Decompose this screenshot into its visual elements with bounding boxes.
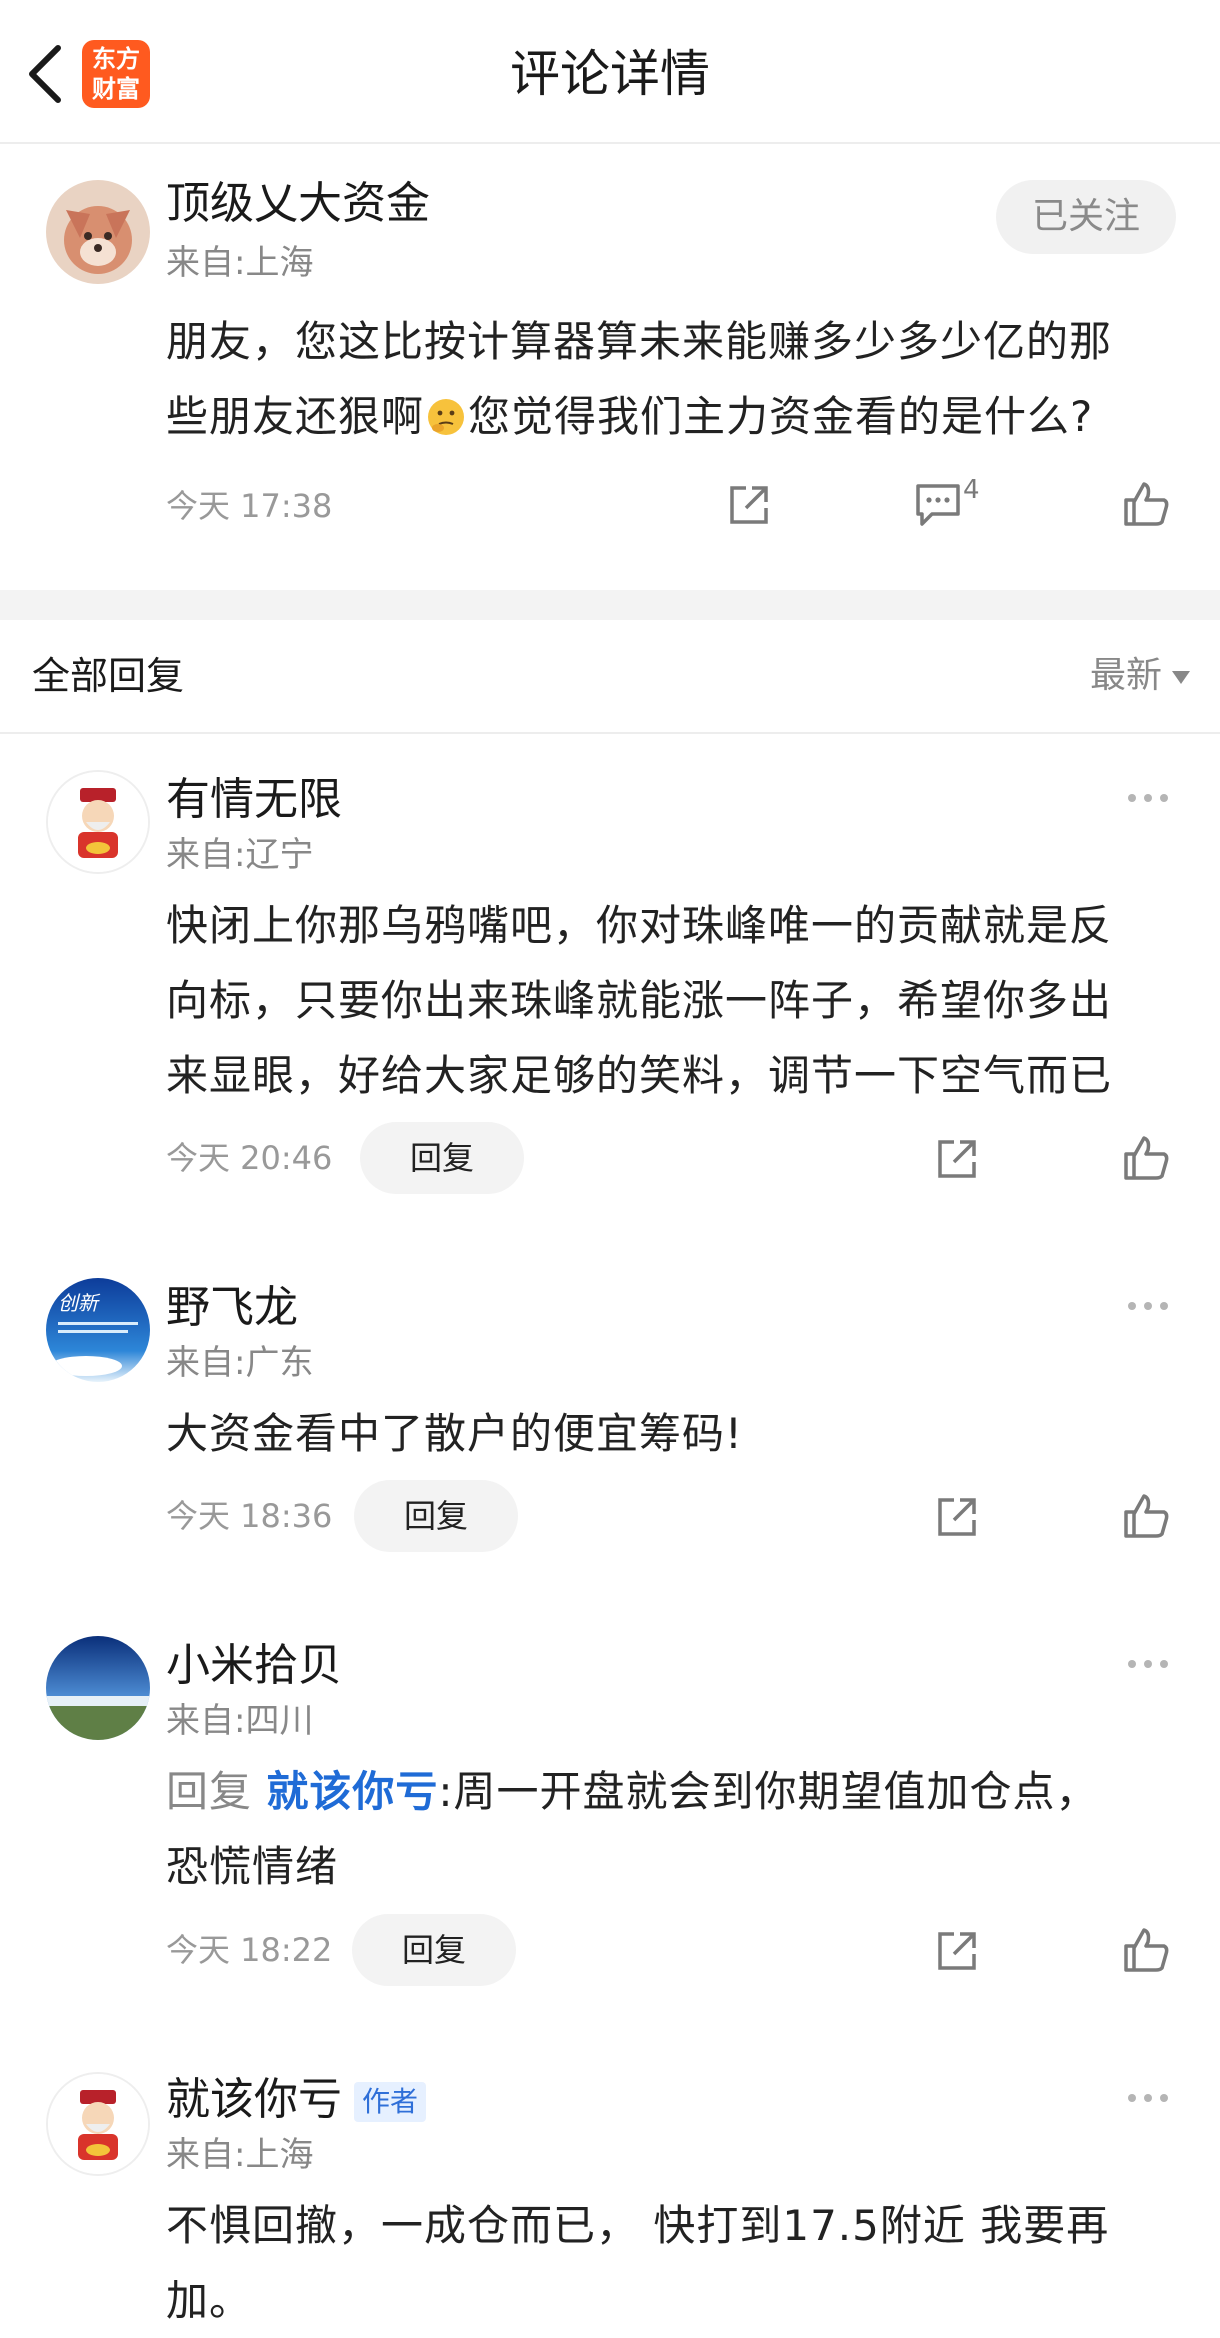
reply-text: 回复 就该你亏:周一开盘就会到你期望值加仓点， 恐慌情绪: [166, 1754, 1186, 1904]
timestamp: 今天 18:22: [166, 1931, 333, 1969]
like-icon[interactable]: [1122, 1134, 1170, 1182]
reply-line: 不惧回撤，一成仓而已， 快打到17.5附近 我要再: [166, 2201, 1110, 2250]
avatar[interactable]: [46, 1636, 150, 1740]
more-options-icon[interactable]: [1124, 1652, 1172, 1676]
sky-avatar-icon: 创新: [46, 1278, 150, 1382]
timestamp: 今天 20:46: [166, 1139, 333, 1177]
more-options-icon[interactable]: [1124, 2086, 1172, 2110]
main-comment: 顶级乂大资金 来自:上海 已关注 朋友，您这比按计算器算未来能赚多少多少亿的那 …: [0, 144, 1220, 588]
fox-avatar-icon: [46, 180, 150, 284]
avatar[interactable]: 创新: [46, 1278, 150, 1382]
section-separator: [0, 590, 1220, 620]
avatar[interactable]: [46, 2072, 150, 2176]
location: 来自:广东: [166, 1343, 314, 1383]
reply-button[interactable]: 回复: [354, 1480, 518, 1552]
sort-label: 最新: [1089, 655, 1162, 696]
share-icon[interactable]: [726, 482, 772, 528]
comment-segment: 些朋友还狠啊: [166, 392, 425, 441]
comment-line: 朋友，您这比按计算器算未来能赚多少多少亿的那: [166, 317, 1113, 366]
reply-line: 恐慌情绪: [166, 1842, 339, 1891]
comment-count: 4: [963, 475, 980, 505]
caret-down-icon: [1172, 670, 1190, 684]
reply-text: 不惧回撤，一成仓而已， 快打到17.5附近 我要再 加。: [166, 2188, 1186, 2338]
username-text: 就该你亏: [166, 2074, 342, 2125]
comment-text: 朋友，您这比按计算器算未来能赚多少多少亿的那 些朋友还狠啊 您觉得我们主力资金看…: [166, 304, 1166, 454]
author-badge: 作者: [354, 2082, 427, 2122]
reply-text: 快闭上你那乌鸦嘴吧，你对珠峰唯一的贡献就是反 向标，只要你出来珠峰就能涨一阵子，…: [166, 888, 1186, 1113]
replies-header: 全部回复 最新: [0, 620, 1220, 734]
reply-line: 加。: [166, 2276, 253, 2325]
all-replies-title: 全部回复: [32, 654, 185, 698]
reply-line: 大资金看中了散户的便宜筹码!: [166, 1409, 743, 1458]
location: 来自:上海: [166, 243, 314, 283]
username[interactable]: 小米拾贝: [166, 1638, 342, 1694]
username[interactable]: 就该你亏 作者: [166, 2072, 427, 2128]
sort-dropdown[interactable]: 最新: [1090, 652, 1190, 700]
comment-line: 些朋友还狠啊 您觉得我们主力资金看的是什么?: [166, 379, 1166, 454]
share-icon[interactable]: [934, 1494, 980, 1540]
username[interactable]: 野飞龙: [166, 1280, 298, 1336]
reply-button[interactable]: 回复: [352, 1914, 516, 1986]
avatar[interactable]: [46, 180, 150, 284]
more-options-icon[interactable]: [1124, 786, 1172, 810]
like-icon[interactable]: [1122, 1492, 1170, 1540]
avatar[interactable]: [46, 770, 150, 874]
landscape-avatar-icon: [46, 1636, 150, 1740]
comment-segment: 您觉得我们主力资金看的是什么?: [468, 392, 1094, 441]
reply-prefix: 回复: [166, 1767, 253, 1816]
like-icon[interactable]: [1122, 480, 1170, 528]
timestamp: 今天 17:38: [166, 487, 333, 525]
timestamp: 今天 18:36: [166, 1497, 333, 1535]
reply-target-link[interactable]: 就该你亏: [266, 1767, 438, 1816]
location: 来自:四川: [166, 1701, 314, 1741]
reply-line: 来显眼，好给大家足够的笑料，调节一下空气而已: [166, 1051, 1113, 1100]
fortune-god-avatar-icon: [48, 772, 148, 872]
location: 来自:上海: [166, 2135, 314, 2175]
share-icon[interactable]: [934, 1928, 980, 1974]
reply-line: 回复 就该你亏:周一开盘就会到你期望值加仓点，: [166, 1754, 1186, 1829]
reply-line: 快闭上你那乌鸦嘴吧，你对珠峰唯一的贡献就是反: [166, 901, 1113, 950]
thinking-emoji-icon: [428, 399, 465, 435]
page-title: 评论详情: [510, 45, 710, 103]
reply-button[interactable]: 回复: [360, 1122, 524, 1194]
share-icon[interactable]: [934, 1136, 980, 1182]
username[interactable]: 顶级乂大资金: [166, 176, 430, 232]
reply-text: 大资金看中了散户的便宜筹码!: [166, 1396, 1186, 1471]
comment-icon[interactable]: [914, 482, 962, 528]
follow-button[interactable]: 已关注: [996, 180, 1176, 254]
more-options-icon[interactable]: [1124, 1294, 1172, 1318]
location: 来自:辽宁: [166, 835, 314, 875]
avatar-text: 创新: [58, 1291, 101, 1315]
like-icon[interactable]: [1122, 1926, 1170, 1974]
username[interactable]: 有情无限: [166, 772, 342, 828]
fortune-god-avatar-icon: [48, 2074, 148, 2174]
top-bar: 东方 财富 评论详情: [0, 0, 1220, 144]
reply-line: 向标，只要你出来珠峰就能涨一阵子，希望你多出: [166, 976, 1113, 1025]
reply-segment: :周一开盘就会到你期望值加仓点，: [438, 1767, 1099, 1816]
